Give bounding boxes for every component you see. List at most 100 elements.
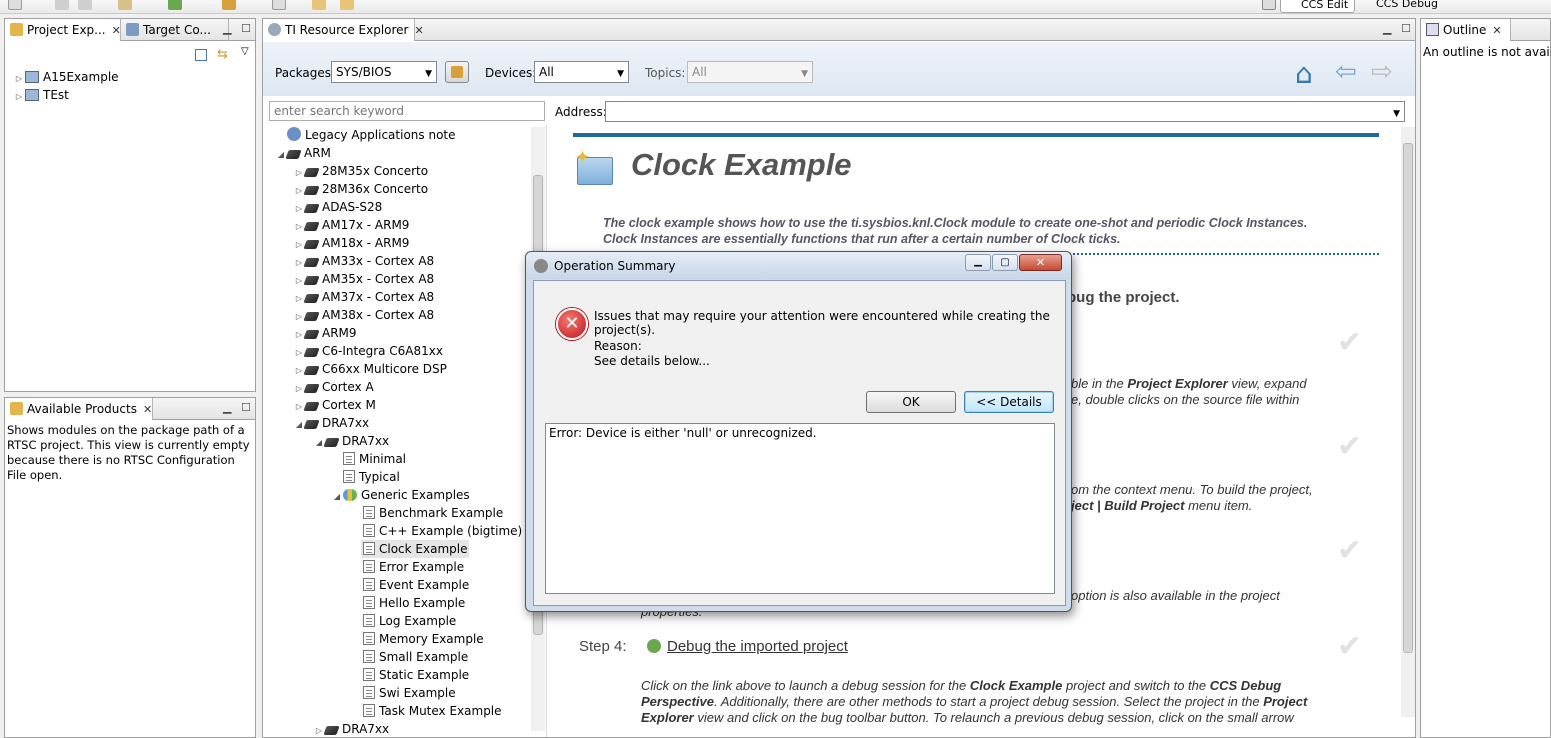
content-scrollbar[interactable] [1401,127,1415,717]
tree-item-example[interactable]: Clock Example [361,540,470,558]
tree-label: Cortex A [322,380,374,394]
tree-item-example[interactable]: Swi Example [363,684,456,702]
tree-item-example[interactable]: Task Mutex Example [363,702,502,720]
checkmark-icon: ✔ [1337,629,1363,664]
back-nav-icon[interactable] [312,0,326,10]
tree-item-example[interactable]: Event Example [363,576,469,594]
details-text: Error: Device is either 'null' or unreco… [549,426,817,440]
forward-arrow-icon[interactable]: ⇨ [1371,57,1393,87]
tree-item-device[interactable]: ▷ AM18x - ARM9 [293,234,410,252]
tab-available-products[interactable]: Available Products ✕ [5,398,153,420]
tree-item-example[interactable]: Hello Example [363,594,465,612]
tab-project-explorer[interactable]: Project Exp... ✕ [5,19,121,41]
dialog-title: Operation Summary [554,259,676,273]
tree-item-example[interactable]: Small Example [363,648,468,666]
collapse-icon[interactable]: ◢ [275,146,287,164]
rtsc-project-icon [25,71,39,83]
tree-item-device[interactable]: ▷ AM38x - Cortex A8 [293,306,434,324]
tree-item-device[interactable]: ▷ AM37x - Cortex A8 [293,288,434,306]
dialog-titlebar[interactable]: Operation Summary ▁ ▢ ✕ [526,252,1071,279]
tree-item-device[interactable]: ◢ DRA7xx [293,414,369,432]
debug-project-link[interactable]: Debug the imported project [667,638,848,655]
chip-icon [285,150,302,159]
close-button[interactable]: ✕ [1019,254,1062,271]
tab-target-configurations[interactable]: Target Co... [121,19,229,41]
save-all-icon[interactable] [78,0,92,10]
maximize-icon[interactable]: ☐ [241,401,251,414]
packages-dropdown[interactable]: SYS/BIOS ▼ [331,61,437,83]
tree-item-device[interactable]: ▷ ADAS-S28 [293,198,382,216]
close-icon[interactable]: ✕ [1492,24,1501,37]
tab-label: Target Co... [143,23,211,37]
tree-item-device[interactable]: ▷ C6-Integra C6A81xx [293,342,443,360]
tree-item-arm[interactable]: ◢ ARM [275,144,331,162]
collapse-all-icon[interactable] [195,49,207,61]
build-icon[interactable] [118,0,132,10]
back-arrow-icon[interactable]: ⇦ [1335,57,1357,87]
tab-ti-resource-explorer[interactable]: TI Resource Explorer ✕ [263,19,424,41]
tree-item-device[interactable]: ▷ AM35x - Cortex A8 [293,270,434,288]
project-item[interactable]: ▷ A15Example [13,68,119,86]
forward-nav-icon[interactable] [340,0,354,10]
tree-item-example[interactable]: Static Example [363,666,469,684]
perspective-ccs-edit[interactable]: CCS Edit [1280,0,1356,13]
flash-icon[interactable] [222,0,236,10]
collapse-icon[interactable]: ◢ [293,416,305,434]
close-icon[interactable]: ✕ [415,24,424,37]
details-textarea[interactable]: Error: Device is either 'null' or unreco… [545,423,1055,594]
text-fragment: view, expand [1227,376,1307,391]
maximize-button[interactable]: ▢ [992,254,1018,271]
tree-item-dra7xx-last[interactable]: ▷ DRA7xx [313,720,389,737]
open-perspective-icon[interactable] [1262,0,1276,10]
tree-item-example[interactable]: Memory Example [363,630,484,648]
view-menu-icon[interactable]: ▽ [241,46,249,57]
maximize-icon[interactable]: ☐ [1401,22,1411,35]
expand-icon[interactable]: ▷ [13,88,25,106]
tree-item-device[interactable]: ▷ AM33x - Cortex A8 [293,252,434,270]
close-icon[interactable]: ✕ [143,403,152,416]
tree-item-typical[interactable]: Typical [343,468,400,486]
tree-item-device[interactable]: ▷ AM17x - ARM9 [293,216,410,234]
tree-item-device[interactable]: ▷ C66xx Multicore DSP [293,360,447,378]
project-item[interactable]: ▷ TEst [13,86,69,104]
tree-item-minimal[interactable]: Minimal [343,450,406,468]
tree-item-example[interactable]: Error Example [363,558,464,576]
tree-item-device[interactable]: ▷ 28M35x Concerto [293,162,428,180]
details-button[interactable]: << Details [964,391,1054,413]
search-input[interactable] [269,101,545,121]
perspective-ccs-debug[interactable]: CCS Debug [1358,0,1438,13]
tree-item-legacy[interactable]: Legacy Applications note [287,126,456,144]
ok-button[interactable]: OK [866,391,956,413]
debug-icon[interactable] [168,0,182,10]
package-refresh-button[interactable] [445,61,469,83]
link-with-editor-icon[interactable]: ⇆ [217,47,228,62]
tree-item-generic-examples[interactable]: ◢ Generic Examples [331,486,470,504]
tree-item-device[interactable]: ▷ ARM9 [293,324,357,342]
devices-dropdown[interactable]: All ▼ [534,61,629,83]
maximize-icon[interactable]: ☐ [241,22,251,35]
address-field[interactable]: ▼ [605,101,1405,122]
new-file-icon[interactable] [8,0,22,10]
close-icon[interactable]: ✕ [112,24,121,37]
minimize-icon[interactable]: ▁ [1383,22,1391,35]
tree-item-device[interactable]: ▷ Cortex A [293,378,374,396]
print-icon[interactable] [272,0,286,10]
collapse-icon[interactable]: ◢ [331,488,343,506]
minimize-icon[interactable]: ▁ [223,401,231,414]
tree-label: AM35x - Cortex A8 [322,272,435,286]
tree-item-device[interactable]: ▷ 28M36x Concerto [293,180,428,198]
save-icon[interactable] [55,0,69,10]
tree-item-device[interactable]: ▷ Cortex M [293,396,376,414]
minimize-icon[interactable]: ▁ [223,22,231,35]
content-scrollbar-thumb[interactable] [1403,143,1413,653]
minimize-button[interactable]: ▁ [965,254,991,271]
tree-item-dra7xx-sub[interactable]: ◢ DRA7xx [313,432,389,450]
tab-label: Outline [1443,23,1487,37]
tab-outline[interactable]: Outline ✕ [1421,19,1511,41]
tree-item-example[interactable]: Benchmark Example [363,504,503,522]
tree-item-example[interactable]: Log Example [363,612,456,630]
document-icon [363,614,375,627]
home-icon[interactable]: ⌂ [1295,57,1313,90]
collapse-icon[interactable]: ◢ [313,434,325,452]
tree-item-example[interactable]: C++ Example (bigtime) [363,522,522,540]
